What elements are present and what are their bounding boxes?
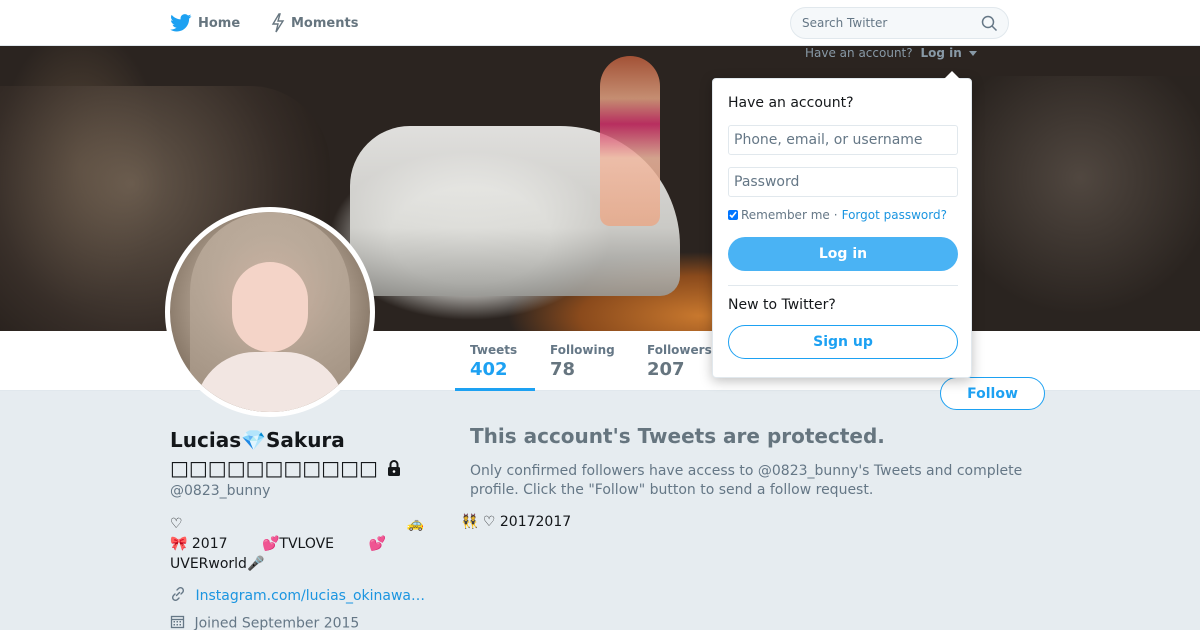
link-icon [170, 586, 186, 606]
search-input[interactable] [802, 8, 982, 38]
twitter-bird-icon [170, 14, 192, 32]
bio-line-1-text: ♡ [170, 516, 183, 532]
stat-followers[interactable]: Followers 207 [632, 331, 722, 391]
stat-following-label: Following [550, 343, 615, 357]
nav-moments[interactable]: Moments [271, 0, 358, 46]
dropdown-divider [728, 285, 958, 286]
avatar[interactable] [165, 207, 375, 417]
bio-line-2-c: 💕 [368, 536, 386, 552]
bio-line-2: 🎀 2017 💕TVLOVE 💕 [170, 534, 432, 554]
joined-date-text: Joined September 2015 [194, 615, 360, 630]
calendar-icon [170, 614, 185, 630]
avatar-face [232, 262, 308, 352]
remember-row: Remember me · Forgot password? [728, 208, 947, 222]
profile-website-link[interactable]: Instagram.com/lucias_okinawa… [195, 588, 425, 604]
screen-name: @0823_bunny [170, 483, 271, 499]
lock-icon [385, 456, 403, 484]
stat-tweets-value: 402 [470, 359, 508, 380]
stat-following[interactable]: Following 78 [535, 331, 630, 391]
profile-name: Lucias💎Sakura □□□□□□□□□□□ [170, 426, 440, 484]
stat-following-value: 78 [550, 359, 576, 380]
search-box [790, 7, 1009, 39]
banner-model [600, 56, 660, 226]
bio-line-3: UVERworld🎤 [170, 556, 265, 572]
profile-name-text: Lucias💎Sakura □□□□□□□□□□□ [170, 428, 378, 480]
remember-me-label[interactable]: Remember me [741, 208, 830, 222]
forgot-password-link[interactable]: Forgot password? [842, 208, 947, 222]
top-navigation-bar: Home Moments [0, 0, 1200, 46]
nav-moments-label: Moments [291, 15, 359, 31]
password-field[interactable] [728, 167, 958, 197]
lightning-bolt-icon [271, 13, 285, 33]
nav-home[interactable]: Home [170, 0, 240, 46]
stat-tweets[interactable]: Tweets 402 [455, 331, 535, 391]
remember-me-checkbox[interactable] [728, 210, 738, 220]
profile-website[interactable]: Instagram.com/lucias_okinawa… [170, 586, 425, 606]
follow-button[interactable]: Follow [940, 377, 1045, 410]
login-button[interactable]: Log in [728, 237, 958, 271]
have-account-prompt: Have an account? Log in [805, 46, 977, 60]
bio-snippet: 👯 ♡ 20172017 [461, 514, 572, 530]
login-dropdown-toggle[interactable]: Log in [920, 46, 961, 60]
search-icon[interactable] [981, 15, 998, 36]
separator-dot: · [833, 208, 838, 222]
protected-body: Only confirmed followers have access to … [470, 463, 1023, 498]
login-dropdown-heading: Have an account? [728, 95, 854, 111]
stat-followers-label: Followers [647, 343, 712, 357]
bio: ♡ 🚕 🎀 2017 💕TVLOVE 💕 UVERworld🎤 [170, 514, 432, 574]
stat-tweets-label: Tweets [470, 343, 518, 357]
have-account-text: Have an account? [805, 46, 913, 60]
bio-line-2-a: 🎀 2017 [170, 536, 228, 552]
nav-home-label: Home [198, 15, 241, 31]
caret-down-icon[interactable] [968, 51, 977, 56]
login-dropdown: Have an account? Remember me · Forgot pa… [712, 71, 972, 378]
banner-crowd-right [960, 76, 1200, 331]
bio-line-1: ♡ 🚕 [170, 514, 432, 534]
signup-button[interactable]: Sign up [728, 325, 958, 359]
bio-line-1-emoji: 🚕 [406, 516, 424, 532]
username-field[interactable] [728, 125, 958, 155]
joined-date: Joined September 2015 [170, 614, 359, 630]
stat-followers-value: 207 [647, 359, 685, 380]
protected-title: This account's Tweets are protected. [470, 424, 885, 448]
bio-line-2-b: 💕TVLOVE [261, 536, 335, 552]
new-to-twitter-heading: New to Twitter? [728, 297, 836, 313]
